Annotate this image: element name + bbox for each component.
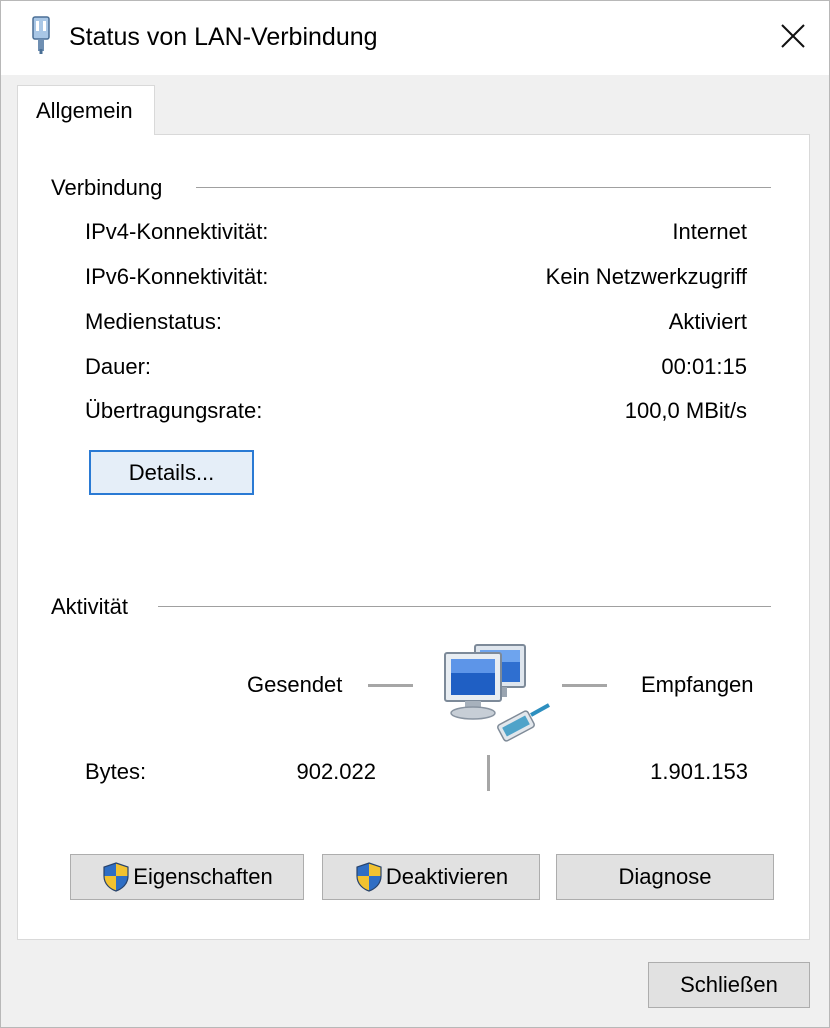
properties-button[interactable]: Eigenschaften (70, 854, 304, 900)
speed-value: 100,0 MBit/s (624, 398, 747, 423)
close-icon (781, 24, 805, 48)
duration-value: 00:01:15 (661, 354, 747, 379)
close-dialog-button[interactable]: Schließen (648, 962, 810, 1008)
sent-connector-line (368, 684, 413, 687)
media-status-label: Medienstatus: (85, 309, 222, 334)
properties-button-label: Eigenschaften (133, 864, 273, 889)
tab-panel (17, 134, 810, 940)
dialog-window: Status von LAN-Verbindung Allgemein Verb… (0, 0, 830, 1028)
details-button[interactable]: Details... (89, 450, 254, 495)
ipv6-value: Kein Netzwerkzugriff (545, 264, 747, 289)
ipv6-label: IPv6-Konnektivität: (85, 264, 269, 289)
speed-label: Übertragungsrate: (85, 398, 263, 423)
uac-shield-icon (356, 862, 382, 892)
network-computers-icon (444, 644, 550, 742)
duration-label: Dauer: (85, 354, 152, 379)
network-adapter-icon (32, 16, 50, 54)
uac-shield-icon (103, 862, 129, 892)
media-status-value: Aktiviert (668, 309, 747, 334)
sent-label: Gesendet (247, 672, 343, 697)
section-label-activity: Aktivität (51, 594, 129, 619)
bytes-label: Bytes: (85, 759, 147, 784)
ipv4-label: IPv4-Konnektivität: (85, 219, 269, 244)
deactivate-button-label: Deaktivieren (385, 864, 509, 889)
bytes-divider (487, 755, 490, 791)
bytes-sent-value: 902.022 (296, 759, 376, 784)
received-label: Empfangen (641, 672, 754, 697)
ipv4-value: Internet (672, 219, 747, 244)
section-label-connection: Verbindung (51, 175, 163, 200)
deactivate-button[interactable]: Deaktivieren (322, 854, 540, 900)
title-bar[interactable]: Status von LAN-Verbindung (1, 1, 829, 75)
close-button[interactable] (765, 11, 821, 61)
tab-label: Allgemein (36, 98, 133, 123)
tab-allgemein[interactable]: Allgemein (17, 85, 155, 135)
received-connector-line (562, 684, 607, 687)
window-title: Status von LAN-Verbindung (69, 23, 378, 51)
section-divider (196, 187, 771, 188)
diagnose-button[interactable]: Diagnose (556, 854, 774, 900)
section-divider (158, 606, 771, 607)
bytes-received-value: 1.901.153 (650, 759, 748, 784)
